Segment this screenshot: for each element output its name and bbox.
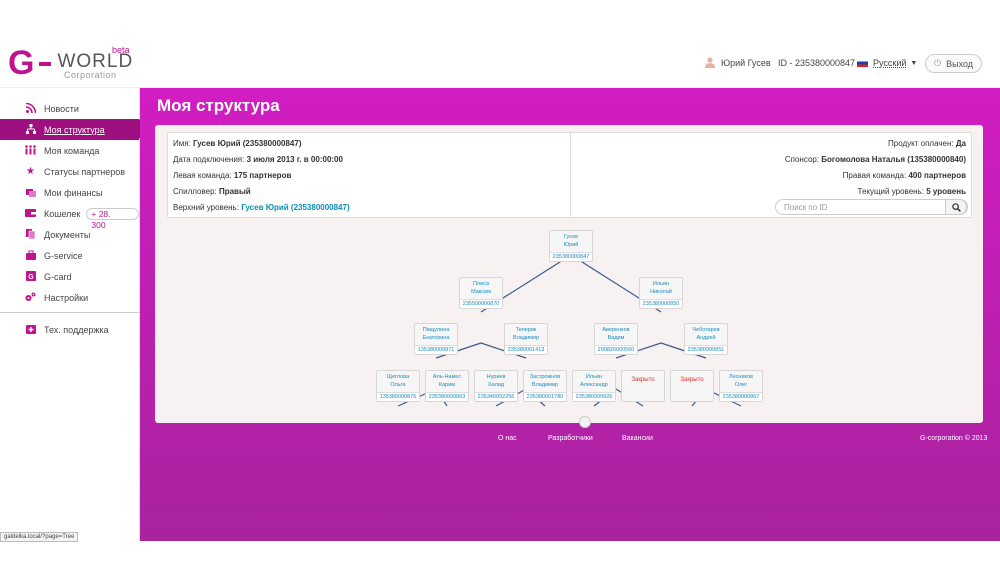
star-icon: ★: [26, 166, 35, 177]
sidebar-item-finances[interactable]: Мои финансы: [0, 182, 139, 203]
sidebar-item-label: G-service: [44, 250, 83, 261]
documents-icon: [25, 229, 36, 240]
flag-ru-icon: [857, 59, 868, 67]
logo-g: G: [8, 44, 36, 82]
footer-link-vacancies[interactable]: Вакансии: [622, 435, 653, 442]
wallet-balance-badge: + 28. 300: [86, 207, 139, 230]
tree-node[interactable]: Аль-Намес Карим 235380000863: [425, 370, 469, 402]
tree-node[interactable]: Чеботарев Андрей 235380000851: [684, 323, 728, 355]
sidebar-item-label: Настройки: [44, 292, 89, 303]
logout-label: Выход: [946, 58, 974, 69]
panel-toggle-handle[interactable]: [579, 416, 591, 428]
tree-node[interactable]: Застрожнов Владимир 235380001780: [523, 370, 567, 402]
rss-icon: [25, 102, 36, 114]
tree-node-closed: Закрыто: [621, 370, 665, 402]
app-root: G WORLD beta Corporation Юрий Гусев ID -…: [0, 0, 1000, 563]
sidebar-item-label: Кошелек: [44, 208, 81, 219]
logo[interactable]: G WORLD beta Corporation: [8, 44, 133, 82]
tree-node[interactable]: Плиса Максим 235500000870: [459, 277, 503, 309]
settings-icon: [25, 292, 36, 303]
user-id: ID - 235380000847: [778, 58, 856, 68]
tree-node[interactable]: Теперик Владимир 235380001413: [504, 323, 548, 355]
logout-button[interactable]: ⏻ Выход: [925, 54, 982, 73]
tree-node[interactable]: Нуриев Халид 235340002256: [474, 370, 518, 402]
logo-beta: beta: [112, 45, 130, 55]
team-icon: [25, 145, 36, 156]
sidebar-item-partner-statuses[interactable]: ★ Статусы партнеров: [0, 161, 139, 182]
tree-node[interactable]: Лесников Олег 235380000867: [719, 370, 763, 402]
browser-status-bar: galdelka.local/?page=Tree: [0, 532, 79, 542]
sidebar-item-support[interactable]: Тех. поддержка: [0, 319, 139, 340]
sidebar-item-structure[interactable]: Моя структура: [0, 119, 147, 140]
header: G WORLD beta Corporation Юрий Гусев ID -…: [0, 0, 1000, 88]
sidebar-item-g-service[interactable]: G-service: [0, 245, 139, 266]
sidebar-nav-secondary: Тех. поддержка: [0, 319, 139, 340]
card-icon: G: [25, 271, 36, 282]
page-title: Моя структура: [157, 96, 280, 115]
sidebar-divider: [0, 312, 140, 313]
sidebar-item-wallet[interactable]: Кошелек + 28. 300: [0, 203, 139, 230]
footer-link-developers[interactable]: Разработчики: [548, 435, 593, 442]
sidebar: Новости Моя структура Моя команда ★ Стат…: [0, 88, 147, 541]
footer-copyright: G-corporation © 2013: [920, 435, 988, 442]
sidebar-item-documents[interactable]: Документы: [0, 224, 139, 245]
chevron-down-icon: ▼: [910, 59, 918, 67]
finance-icon: [25, 187, 36, 198]
structure-icon: [25, 124, 36, 135]
logo-dash: [39, 62, 52, 66]
sidebar-item-label: Тех. поддержка: [44, 324, 109, 335]
sidebar-item-label: Статусы партнеров: [44, 166, 125, 177]
sidebar-nav: Новости Моя структура Моя команда ★ Стат…: [0, 98, 147, 308]
tree-node[interactable]: Пищулина Екатерина 135380000871: [414, 323, 458, 355]
power-icon: ⏻: [933, 58, 942, 68]
footer-link-about[interactable]: О нас: [498, 435, 517, 442]
sidebar-item-label: Моя команда: [44, 145, 100, 156]
tree-node[interactable]: Ильин Николай 235380000850: [639, 277, 683, 309]
wallet-icon: [25, 208, 36, 219]
sidebar-item-label: Мои финансы: [44, 187, 103, 198]
tree-node[interactable]: Гусев Юрий 235380000847: [549, 230, 593, 262]
sidebar-item-label: Новости: [44, 103, 79, 114]
sidebar-item-team[interactable]: Моя команда: [0, 140, 139, 161]
sidebar-item-label: G-card: [44, 271, 72, 282]
sidebar-item-settings[interactable]: Настройки: [0, 287, 139, 308]
main-content: Моя структура Имя: Гусев Юрий (235380000…: [140, 88, 1000, 541]
sidebar-item-news[interactable]: Новости: [0, 98, 139, 119]
tree-node[interactable]: Аверенков Вадим 290820000560: [594, 323, 638, 355]
tree-node-closed: Закрыто: [670, 370, 714, 402]
language-label: Русский: [873, 58, 907, 68]
structure-panel: Имя: Гусев Юрий (235380000847) Дата подк…: [155, 125, 983, 428]
tree-connectors: [397, 254, 742, 407]
user-name[interactable]: Юрий Гусев: [721, 58, 771, 68]
tree-node[interactable]: Ильин Александр 235380000926: [572, 370, 616, 402]
logo-corporation: Corporation: [64, 70, 117, 80]
support-icon: [25, 324, 36, 335]
language-select[interactable]: Русский ▼: [857, 58, 917, 68]
user-icon: [705, 57, 715, 68]
sidebar-item-label: Моя структура: [44, 124, 105, 135]
sidebar-item-label: Документы: [44, 229, 91, 240]
service-icon: [25, 250, 36, 261]
tree-node[interactable]: Щеглова Ольга 135380000876: [376, 370, 420, 402]
structure-tree: Гусев Юрий 235380000847 Плиса Максим 23550…: [155, 125, 983, 423]
svg-text:G: G: [28, 274, 34, 281]
sidebar-item-g-card[interactable]: G G-card: [0, 266, 139, 287]
